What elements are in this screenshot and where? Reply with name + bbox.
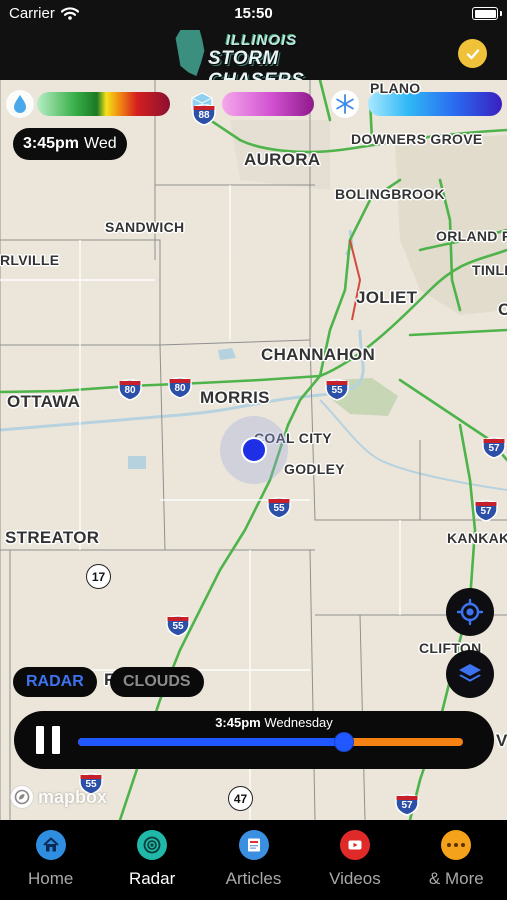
city-label: O <box>498 300 507 319</box>
radar-time: 3:45pm <box>23 135 80 152</box>
illinois-state-icon <box>175 30 205 76</box>
city-label: BOLINGBROOK <box>335 186 445 202</box>
tab-videos-label: Videos <box>329 869 381 888</box>
tab-more-label: & More <box>428 869 484 888</box>
city-label: PLANO <box>370 80 421 96</box>
radar-map[interactable]: 3:45pm Wed AURORA DOWNERS GROVE BOLINGBR… <box>0 80 507 820</box>
playback-timestamp: 3:45pm Wednesday <box>74 715 474 730</box>
city-label: RLVILLE <box>0 252 60 268</box>
radar-icon <box>137 830 168 860</box>
radar-layer-toggle[interactable]: RADAR <box>13 667 97 697</box>
articles-icon <box>238 830 269 860</box>
playback-slider-thumb[interactable] <box>333 732 354 752</box>
playback-slider[interactable] <box>78 732 463 752</box>
interstate-shield: 55 <box>325 379 349 401</box>
city-label: JOLIET <box>356 288 418 307</box>
interstate-shield: 80 <box>168 377 192 399</box>
logo-line-1: ILLINOIS <box>226 32 298 49</box>
city-label: AURORA <box>244 150 321 169</box>
city-label: MORRIS <box>200 388 270 407</box>
current-location-dot <box>241 437 267 463</box>
interstate-shield: 57 <box>482 437 506 459</box>
city-label: STREATOR <box>5 528 100 547</box>
snowflake-icon <box>331 90 359 118</box>
home-icon <box>35 830 66 860</box>
interstate-shield: 57 <box>474 500 498 522</box>
mapbox-wordmark: mapbox <box>38 786 108 807</box>
clouds-layer-toggle[interactable]: CLOUDS <box>110 667 204 697</box>
radar-time-chip: 3:45pm Wed <box>13 128 127 160</box>
radar-playback-bar: 3:45pm Wednesday <box>14 711 494 769</box>
battery-icon <box>472 7 498 20</box>
tab-articles-label: Articles <box>225 869 282 888</box>
route-marker: 47 <box>228 786 253 811</box>
video-icon <box>339 830 370 860</box>
bottom-tab-bar: Home Radar Articles Videos & More <box>0 820 507 900</box>
status-bar: Carrier 15:50 <box>0 0 507 28</box>
interstate-shield: 88 <box>192 104 216 126</box>
radar-day: Wed <box>84 135 117 152</box>
interstate-shield: 55 <box>267 497 291 519</box>
city-label: GODLEY <box>284 461 345 477</box>
more-icon <box>441 830 472 860</box>
tab-radar[interactable]: Radar <box>101 820 202 900</box>
route-marker: 17 <box>86 564 111 589</box>
illinois-storm-chasers-logo[interactable]: ILLINOIS STORM CHASERS <box>170 28 340 91</box>
verified-badge-icon[interactable] <box>458 39 487 68</box>
mapbox-attribution[interactable]: mapbox <box>10 784 107 810</box>
city-label: V <box>496 731 507 750</box>
rain-scale <box>37 92 170 116</box>
playback-day: Wednesday <box>264 715 333 730</box>
interstate-shield: 57 <box>395 794 419 816</box>
city-label: SANDWICH <box>105 219 185 235</box>
city-label: DOWNERS GROVE <box>351 131 483 147</box>
pause-button[interactable] <box>36 726 62 754</box>
tab-radar-label: Radar <box>128 869 176 888</box>
city-label: ORLAND PA <box>436 228 507 244</box>
app-header: ILLINOIS STORM CHASERS <box>0 28 507 91</box>
interstate-shield: 55 <box>166 615 190 637</box>
city-label: TINLE <box>472 262 507 278</box>
pause-icon <box>36 726 44 754</box>
tab-home[interactable]: Home <box>0 820 101 900</box>
tab-home-label: Home <box>28 869 74 888</box>
tab-more[interactable]: & More <box>406 820 507 900</box>
city-label: KANKAK <box>447 530 507 546</box>
map-layers-button[interactable] <box>446 650 494 698</box>
playback-time: 3:45pm <box>215 715 261 730</box>
tab-articles[interactable]: Articles <box>203 820 304 900</box>
playback-progress <box>78 738 344 746</box>
tab-videos[interactable]: Videos <box>304 820 405 900</box>
city-label: CHANNAHON <box>261 345 376 364</box>
city-label: OTTAWA <box>7 392 81 411</box>
mix-scale <box>222 92 314 116</box>
locate-me-button[interactable] <box>446 588 494 636</box>
interstate-shield: 80 <box>118 379 142 401</box>
clock: 15:50 <box>234 5 273 22</box>
layers-icon <box>459 664 481 682</box>
precip-legend <box>0 88 507 120</box>
crosshair-icon <box>456 598 484 626</box>
mapbox-logo-icon <box>10 785 34 809</box>
raindrop-icon <box>6 90 34 118</box>
